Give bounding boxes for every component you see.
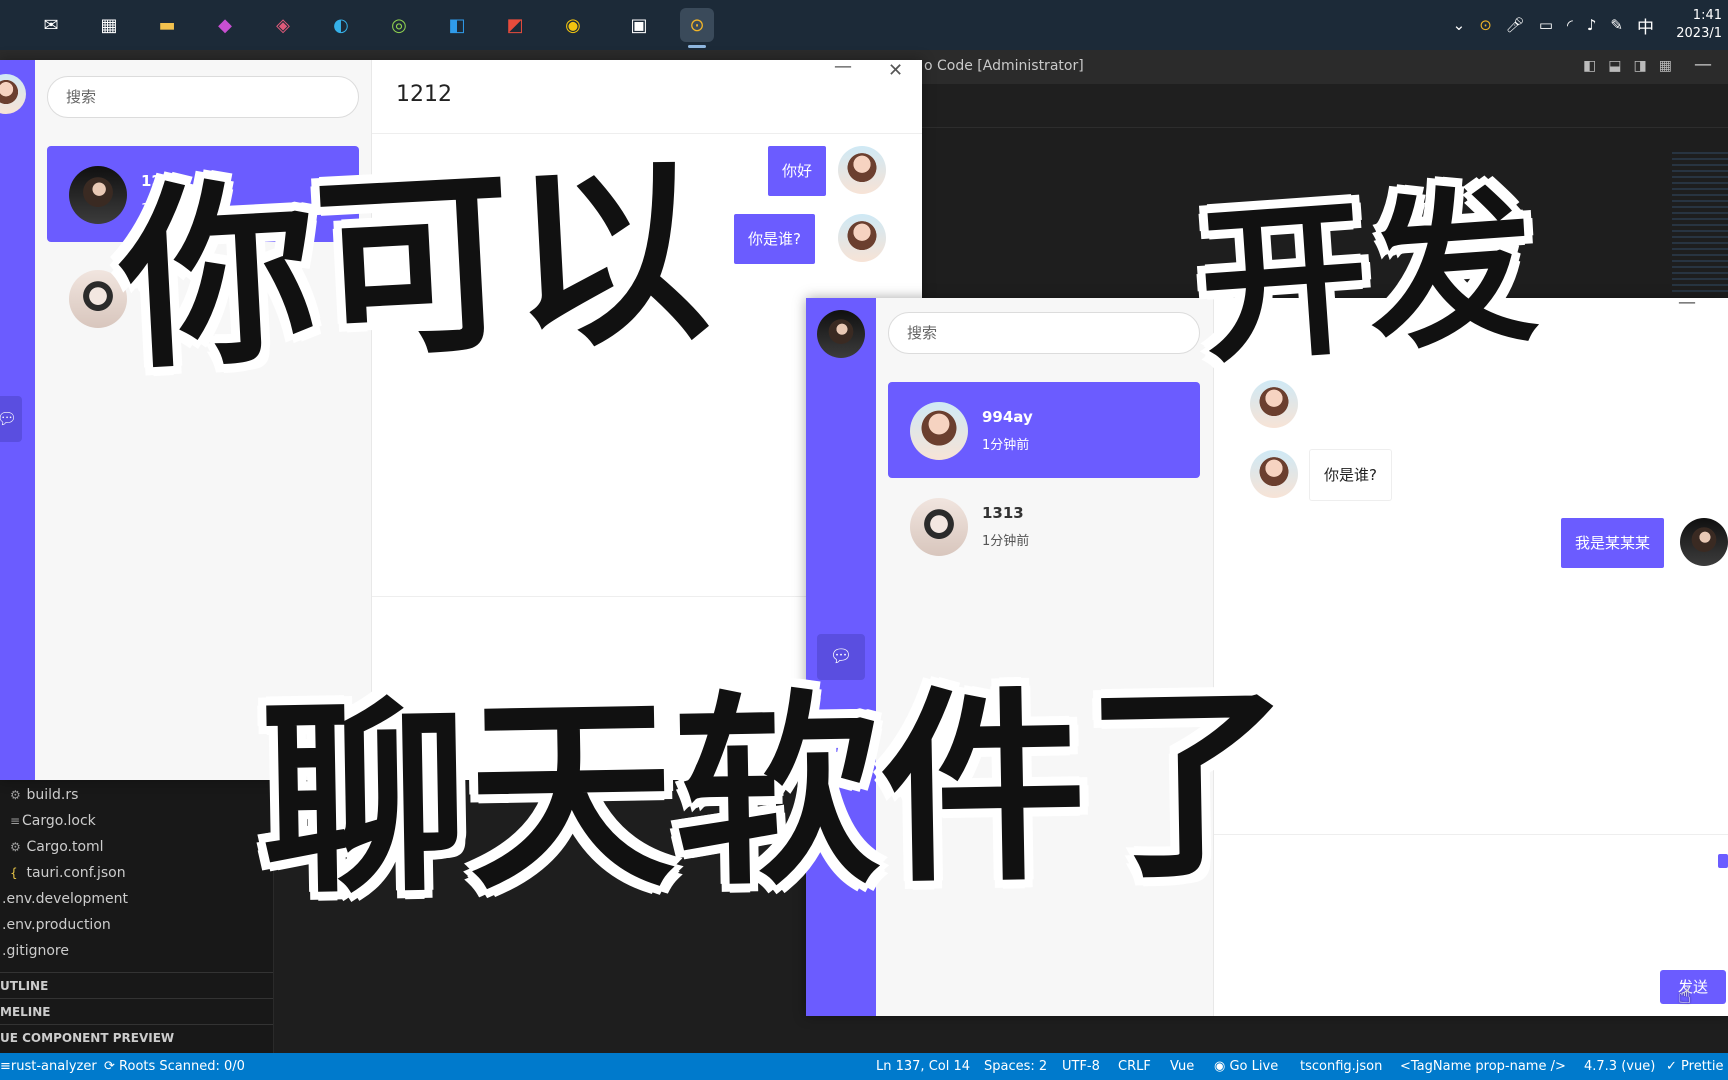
microphone-icon[interactable]: 🎤︎	[1506, 16, 1525, 34]
vscode-icon[interactable]: ◧	[440, 8, 474, 42]
explorer-panel: ⚙ build.rs ≡ Cargo.lock ⚙ Cargo.toml { ta…	[0, 780, 274, 1055]
contact-name: 1313	[982, 504, 1024, 522]
side-rail: 💬︎	[0, 60, 35, 780]
contact-item[interactable]: 994ay 1分钟前	[888, 382, 1200, 478]
jetbrains-icon[interactable]: ◆	[208, 8, 242, 42]
chat-title: 1212	[396, 82, 452, 107]
contact-time: 1分钟前	[982, 534, 1030, 549]
chat-nav-icon[interactable]: 💬︎	[0, 396, 22, 442]
toml-icon: ⚙	[10, 840, 21, 854]
browser-icon[interactable]: ◎	[382, 8, 416, 42]
prettier-status[interactable]: ✓ Prettie	[1666, 1059, 1724, 1074]
avatar	[69, 270, 127, 328]
customize-layout-icon[interactable]: ▦	[1659, 58, 1672, 74]
cursor-icon: ☝︎	[1678, 984, 1692, 1009]
check-icon: ✓	[1666, 1059, 1677, 1074]
explorer-file[interactable]: ≡ Cargo.lock	[0, 808, 273, 834]
window-icon[interactable]: ▣	[622, 8, 656, 42]
vue-component-preview-section[interactable]: UE COMPONENT PREVIEW	[0, 1024, 273, 1050]
explorer-file[interactable]: .env.production	[0, 912, 273, 938]
store-icon[interactable]: ▦	[92, 8, 126, 42]
active-indicator	[688, 45, 706, 48]
search-input[interactable]	[47, 76, 359, 118]
tauri-icon[interactable]: ⊙	[680, 8, 714, 48]
status-bar: ≡rust-analyzer ⟳ Roots Scanned: 0/0 Ln 1…	[0, 1053, 1728, 1080]
language-mode[interactable]: Vue	[1170, 1059, 1194, 1074]
office-icon[interactable]: ◩	[498, 8, 532, 42]
pen-icon[interactable]: ✎	[1610, 16, 1623, 34]
line-endings[interactable]: CRLF	[1118, 1059, 1151, 1074]
contact-name: 994ay	[982, 408, 1033, 426]
contact-time: 1分钟前	[982, 438, 1030, 453]
chevron-up-icon[interactable]: ⌄	[1453, 16, 1466, 34]
encoding[interactable]: UTF-8	[1062, 1059, 1100, 1074]
battery-icon[interactable]: ▭	[1539, 16, 1553, 34]
avatar	[838, 146, 886, 194]
avatar[interactable]	[0, 74, 26, 114]
tsconfig-status[interactable]: tsconfig.json	[1300, 1059, 1382, 1074]
timeline-section[interactable]: MELINE	[0, 998, 273, 1024]
folder-icon[interactable]: ▬	[150, 8, 184, 42]
explorer-file[interactable]: ⚙ build.rs	[0, 782, 273, 808]
message-bubble: 你是谁?	[1310, 450, 1391, 500]
edge-icon[interactable]: ◐	[324, 8, 358, 42]
broadcast-icon: ◉	[1214, 1059, 1226, 1074]
caption-line-2: 开发	[1193, 167, 1543, 387]
minimize-icon[interactable]: —	[834, 60, 852, 77]
explorer-file[interactable]: { tauri.conf.json	[0, 860, 273, 886]
volume-icon[interactable]: ♪	[1587, 16, 1597, 34]
rust-icon: ⚙	[10, 788, 21, 802]
app-icon[interactable]: ◈	[266, 8, 300, 42]
system-tray: ⌄ ⊙ 🎤︎ ▭ ◜ ♪ ✎ 中 1:41 2023/1	[1453, 0, 1728, 50]
rust-analyzer-status[interactable]: ≡rust-analyzer	[0, 1059, 97, 1074]
explorer-file[interactable]: .gitignore	[0, 938, 273, 964]
message-bubble: 你好	[768, 146, 827, 196]
contact-item[interactable]: 1313 1分钟前	[888, 478, 1200, 574]
avatar	[1680, 518, 1728, 566]
wifi-icon[interactable]: ◜	[1567, 16, 1573, 34]
taskbar: ✉ ▦ ▬ ◆ ◈ ◐ ◎ ◧ ◩ ◉ ▣ ⊙ ⌄ ⊙ 🎤︎ ▭ ◜ ♪ ✎ 中…	[0, 0, 1728, 50]
search-input[interactable]	[888, 312, 1200, 354]
ime-indicator[interactable]: 中	[1637, 13, 1654, 38]
tagname-status[interactable]: <TagName prop-name />	[1400, 1059, 1566, 1074]
caption-line-1: 你可以	[114, 138, 714, 398]
minimize-icon[interactable]: —	[1694, 54, 1712, 75]
emoji-button[interactable]	[1718, 854, 1728, 868]
json-icon: {	[10, 866, 18, 880]
avatar	[910, 402, 968, 460]
explorer-file[interactable]: ⚙ Cargo.toml	[0, 834, 273, 860]
mail-icon[interactable]: ✉	[34, 8, 68, 42]
toggle-secondary-sidebar-icon[interactable]: ◨	[1634, 58, 1647, 74]
minimap[interactable]	[1672, 152, 1728, 292]
chat-header: 1212 — ✕	[372, 60, 922, 134]
close-icon[interactable]: ✕	[888, 60, 903, 81]
clock-date: 2023/1	[1676, 26, 1722, 41]
chrome-icon[interactable]: ◉	[556, 8, 590, 42]
minimize-icon[interactable]: —	[1678, 298, 1696, 313]
ts-version-status[interactable]: 4.7.3 (vue)	[1584, 1059, 1655, 1074]
network-app-icon[interactable]: ⊙	[1479, 16, 1492, 34]
roots-scanned-status[interactable]: ⟳ Roots Scanned: 0/0	[104, 1059, 245, 1074]
explorer-file[interactable]: .env.development	[0, 886, 273, 912]
avatar	[1250, 450, 1298, 498]
avatar[interactable]	[817, 310, 865, 358]
cursor-position[interactable]: Ln 137, Col 14	[876, 1059, 970, 1074]
clock[interactable]: 1:41 2023/1	[1668, 7, 1722, 43]
avatar	[838, 214, 886, 262]
toggle-sidebar-icon[interactable]: ◧	[1583, 58, 1596, 74]
clock-time: 1:41	[1692, 8, 1722, 23]
vscode-window-title: o Code [Administrator]	[924, 58, 1084, 74]
toggle-panel-icon[interactable]: ⬓	[1608, 58, 1621, 74]
avatar	[910, 498, 968, 556]
message-bubble: 你是谁?	[734, 214, 815, 264]
message-bubble: 我是某某某	[1561, 518, 1665, 568]
caption-line-3: 聊天软件了	[259, 664, 1295, 922]
sync-icon: ⟳	[104, 1059, 115, 1074]
outline-section[interactable]: UTLINE	[0, 972, 273, 998]
indentation[interactable]: Spaces: 2	[984, 1059, 1047, 1074]
go-live-button[interactable]: ◉ Go Live	[1214, 1059, 1278, 1074]
send-button[interactable]: 发送	[1660, 970, 1726, 1004]
lock-file-icon: ≡	[10, 814, 21, 828]
